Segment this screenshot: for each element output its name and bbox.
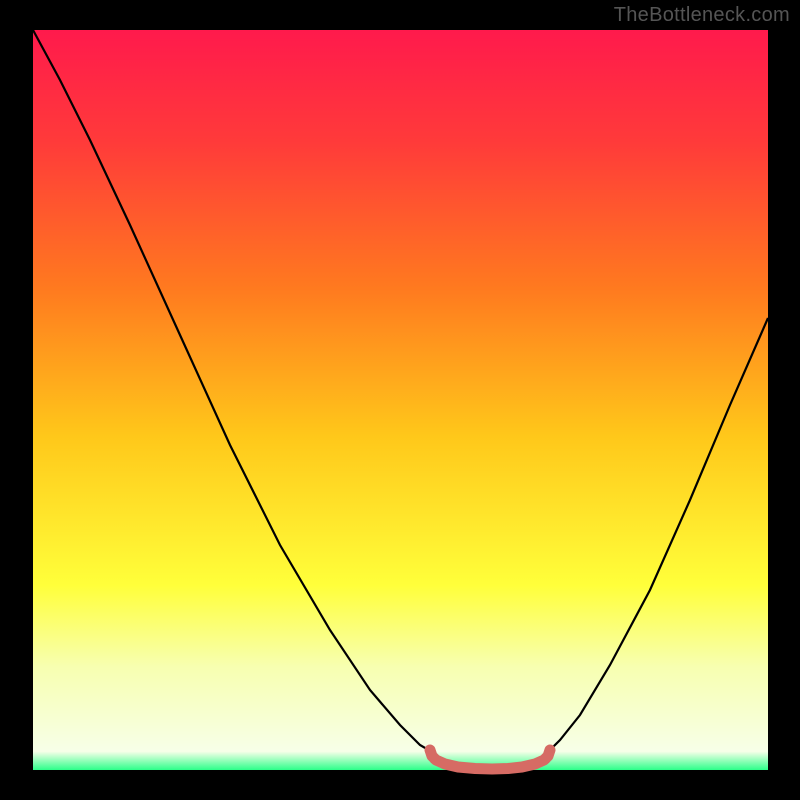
gradient-background [33, 30, 768, 770]
bottleneck-curve-chart [0, 0, 800, 800]
chart-frame: TheBottleneck.com [0, 0, 800, 800]
watermark-text: TheBottleneck.com [614, 4, 790, 27]
